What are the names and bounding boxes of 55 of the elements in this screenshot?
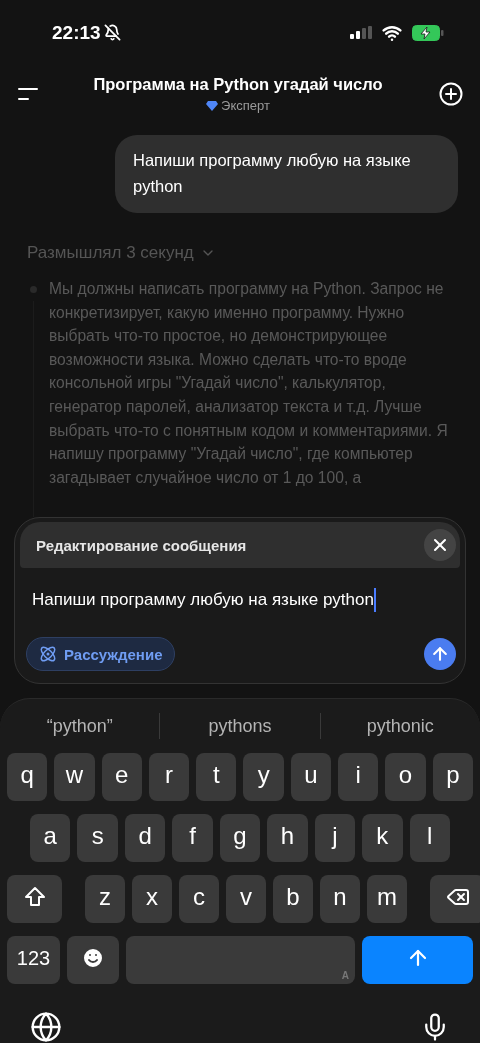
chat-title: Программа на Python угадай число [93,75,383,95]
letter-key[interactable]: v [226,875,266,923]
word-suggestion[interactable]: “python” [0,715,160,737]
close-button[interactable] [424,529,456,562]
letter-key[interactable]: x [132,875,172,923]
letter-key[interactable]: y [243,753,284,801]
letter-key[interactable]: n [320,875,360,923]
letter-key[interactable]: t [196,753,237,801]
letter-key[interactable]: r [148,753,190,801]
delete-key[interactable] [430,875,480,923]
letter-key[interactable]: e [101,753,142,801]
shift-key[interactable] [7,875,62,923]
letter-key[interactable]: i [338,753,379,801]
arrow-up-icon [430,644,450,664]
smiley-icon [81,946,105,970]
letter-key[interactable]: u [290,753,332,801]
letter-key[interactable]: l [409,814,450,862]
numbers-key[interactable]: 123 [7,936,60,984]
letter-key[interactable]: p [432,753,473,801]
signal-icon [350,25,372,40]
reasoning-toggle[interactable]: Рассуждение [26,637,176,671]
message-input[interactable]: Напиши программу любую на языке python [32,587,376,618]
edit-panel-title: Редактирование сообщения [36,536,247,554]
emoji-key[interactable] [67,936,119,984]
letter-key[interactable]: h [267,814,308,862]
letter-key[interactable]: g [219,814,261,862]
diamond-icon [206,100,219,111]
send-button[interactable] [424,638,456,670]
user-message: Напиши программу любую на языке python [115,135,458,214]
menu-icon[interactable] [18,86,38,103]
model-label: Эксперт [221,98,270,114]
word-suggestion[interactable]: pythons [160,715,320,737]
letter-key[interactable]: d [124,814,166,862]
letter-key[interactable]: k [362,814,403,862]
globe-icon[interactable] [30,1011,62,1043]
battery-charging-icon [412,24,444,41]
letter-key[interactable]: a [30,814,71,862]
word-suggestion[interactable]: pythonic [320,715,480,737]
letter-key[interactable]: c [179,875,219,923]
letter-key[interactable]: j [314,814,356,862]
letter-key[interactable]: q [7,753,48,801]
letter-key[interactable]: b [273,875,313,923]
letter-key[interactable]: f [172,814,213,862]
space-mark: A [341,970,349,981]
letter-key[interactable]: w [54,753,95,801]
new-chat-button[interactable] [438,81,464,108]
shift-icon [23,886,46,908]
letter-key[interactable]: z [85,875,125,923]
status-time: 22:13 [52,21,101,44]
letter-key[interactable]: m [367,875,407,923]
letter-key[interactable]: o [385,753,426,801]
atom-icon [39,645,57,663]
reasoning-text: Мы должны написать программу на Python. Запрос не конкретизирует, какую именно программу. Нужно выбрать что-то простое, но демонстрирующее возможности языка. Можно сделать что-то вроде консольной игры "Угадай число", калькулятор, генератор паролей, анализатор текста и т.д. Лучше выбрать что-то с понятным кодом и комментариями. Я напишу программу "Угадай число", где компьютер загадывает случайное число от 1 до 100, а [49,279,449,488]
bullet-dot [30,286,37,294]
letter-key[interactable]: s [77,814,118,862]
